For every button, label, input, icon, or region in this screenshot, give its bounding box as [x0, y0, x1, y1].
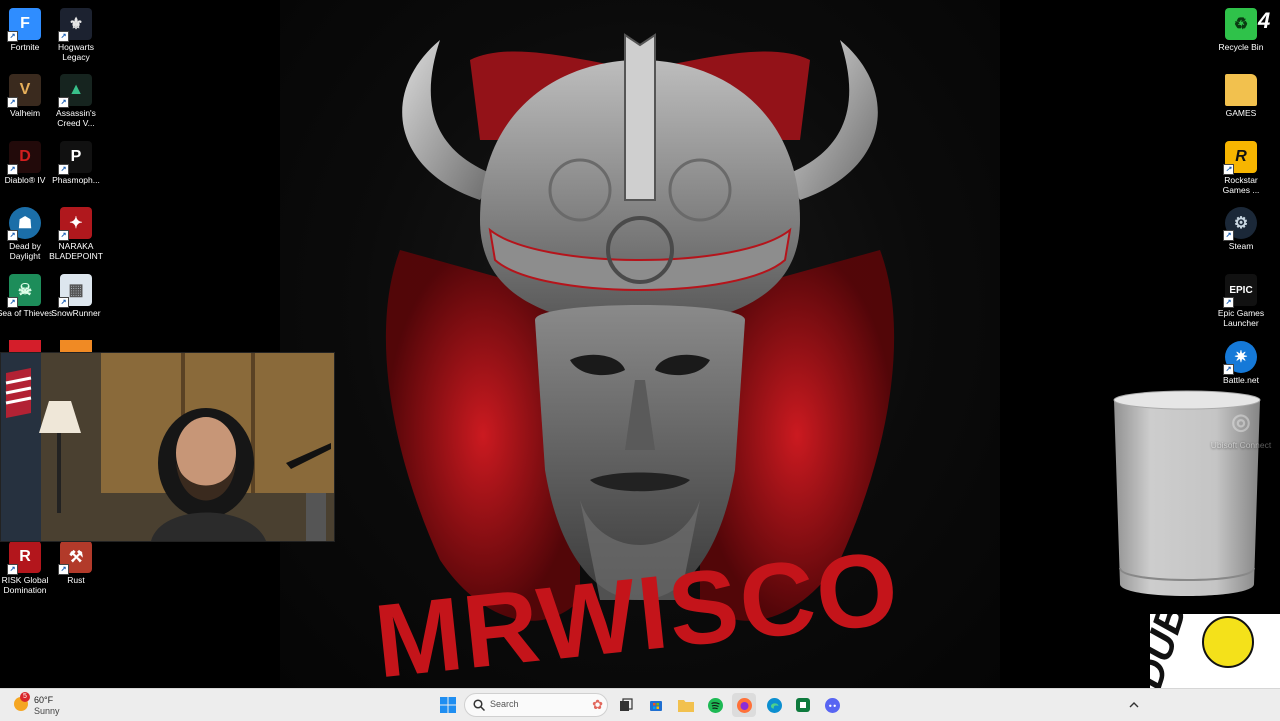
search-highlight-icon: ✿ — [592, 697, 603, 712]
desktop-icon-epic-games-launcher[interactable]: EPIC ↗ Epic Games Launcher — [1210, 270, 1272, 330]
desktop-icon-steam[interactable]: ⚙ ↗ Steam — [1210, 203, 1272, 263]
desktop-icon-rust[interactable]: ⚒ ↗ Rust — [45, 537, 107, 597]
desktop-icon-naraka-bladepoint[interactable]: ✦ ↗ NARAKA BLADEPOINT — [45, 203, 107, 263]
spotify-icon — [707, 697, 723, 713]
desktop-icon-games-folder[interactable]: GAMES — [1210, 70, 1272, 130]
tray-expand-button[interactable] — [1122, 693, 1146, 717]
rockstar-games-icon: R ↗ — [1223, 141, 1257, 175]
edge-icon — [766, 697, 782, 713]
rust-icon: ⚒ ↗ — [58, 541, 92, 575]
firefox-icon — [736, 697, 752, 713]
search-icon — [473, 699, 485, 711]
weather-condition: Sunny — [34, 706, 60, 716]
naraka-icon: ✦ ↗ — [58, 207, 92, 241]
microsoft-store-button[interactable] — [644, 693, 668, 717]
app-icon — [796, 698, 810, 712]
steam-icon: ⚙ ↗ — [1223, 207, 1257, 241]
smiley-face-icon — [1202, 616, 1254, 668]
webcam-overlay — [0, 352, 335, 542]
search-placeholder: Search — [490, 699, 519, 709]
sticker-text: DUBBY — [1150, 614, 1213, 695]
app-button[interactable] — [791, 693, 815, 717]
task-view-button[interactable] — [614, 693, 638, 717]
fortnite-icon: F ↗ — [7, 8, 41, 42]
folder-icon — [678, 700, 694, 712]
desktop-icon-assassins-creed[interactable]: ▲ ↗ Assassin's Creed V... — [45, 70, 107, 130]
assassins-creed-icon: ▲ ↗ — [58, 74, 92, 108]
start-button[interactable] — [436, 693, 460, 717]
windows-start-icon — [440, 697, 456, 713]
taskbar: 5 60°F Sunny Search ✿ — [0, 688, 1280, 721]
file-explorer-button[interactable] — [674, 693, 698, 717]
discord-button[interactable] — [820, 693, 844, 717]
search-input[interactable]: Search ✿ — [464, 693, 608, 717]
valheim-icon: V ↗ — [7, 74, 41, 108]
recycle-bin-icon: ♻ — [1225, 8, 1257, 40]
risk-icon: R ↗ — [7, 541, 41, 575]
discord-icon — [824, 697, 840, 713]
desktop-icon-hogwarts-legacy[interactable]: ⚜ ↗ Hogwarts Legacy — [45, 4, 107, 64]
phasmophobia-icon: P ↗ — [58, 141, 92, 175]
sea-of-thieves-icon: ☠ ↗ — [7, 274, 41, 308]
weather-badge: 5 — [20, 692, 30, 702]
hogwarts-legacy-icon: ⚜ ↗ — [58, 8, 92, 42]
chevron-up-icon — [1129, 702, 1139, 708]
desktop: MRWISCO F ↗ Fortnite ⚜ ↗ Hogwarts Legacy V… — [0, 0, 1280, 702]
desktop-icon-rockstar-games[interactable]: R ↗ Rockstar Games ... — [1210, 137, 1272, 197]
epic-games-icon: EPIC ↗ — [1223, 274, 1257, 308]
task-view-icon — [620, 698, 633, 711]
battle-net-icon: ✷ ↗ — [1223, 341, 1257, 375]
dead-by-daylight-icon: ☗ ↗ — [7, 207, 41, 241]
spotify-button[interactable] — [703, 693, 727, 717]
weather-widget[interactable]: 5 60°F Sunny — [10, 692, 90, 718]
desktop-icon-phasmophobia[interactable]: P ↗ Phasmoph... — [45, 137, 107, 197]
hidden-desktop-icon — [9, 340, 41, 352]
store-icon — [650, 701, 662, 711]
snowrunner-icon: ▦ ↗ — [58, 274, 92, 308]
folder-icon — [1225, 74, 1257, 106]
desktop-icon-snowrunner[interactable]: ▦ ↗ SnowRunner — [45, 270, 107, 330]
ubisoft-connect-icon: ◎ — [1231, 409, 1251, 434]
desktop-icon-ubisoft-connect[interactable]: ◎ Ubisoft Connect — [1210, 402, 1272, 462]
overlay-number-icon: 4 — [1258, 8, 1271, 33]
viking-wallpaper-art: MRWISCO — [370, 33, 905, 688]
wallpaper: MRWISCO — [280, 0, 1000, 688]
edge-button[interactable] — [762, 693, 786, 717]
weather-temp: 60°F — [34, 695, 54, 705]
diablo-icon: D ↗ — [7, 141, 41, 175]
firefox-button[interactable] — [732, 693, 756, 717]
hidden-desktop-icon — [60, 340, 92, 352]
